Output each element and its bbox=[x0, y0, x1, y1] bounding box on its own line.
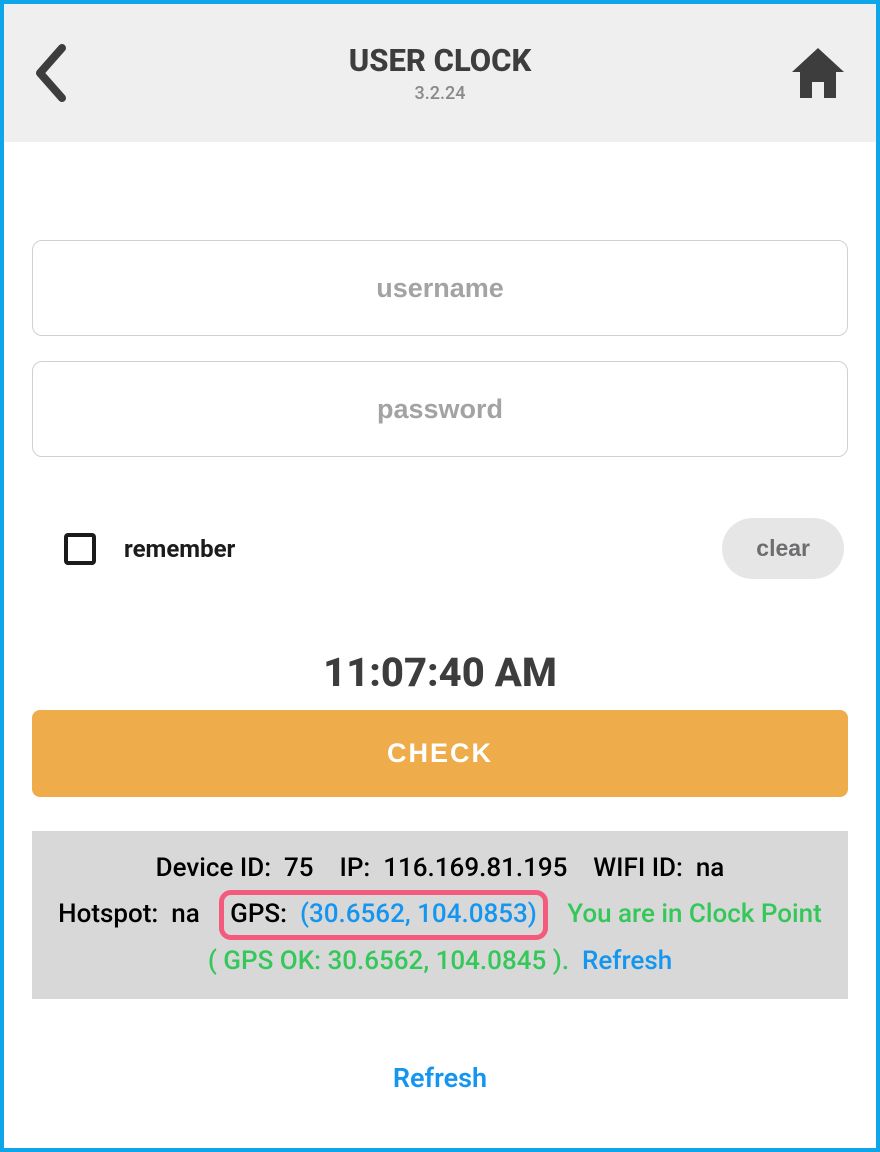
device-id-label: Device ID: bbox=[156, 853, 271, 883]
hotspot-value: na bbox=[171, 899, 200, 929]
back-button[interactable] bbox=[34, 44, 68, 102]
gps-highlight: GPS: (30.6562, 104.0853) bbox=[219, 890, 548, 940]
remember-row: remember clear bbox=[32, 482, 848, 579]
chevron-left-icon bbox=[34, 44, 68, 102]
app-version: 3.2.24 bbox=[349, 83, 532, 104]
wifi-label: WIFI ID: bbox=[593, 853, 683, 883]
remember-group: remember bbox=[64, 533, 235, 565]
home-icon bbox=[790, 48, 846, 98]
content: remember clear 11:07:40 AM CHECK Device … bbox=[4, 142, 876, 999]
bottom-refresh-button[interactable]: Refresh bbox=[4, 1062, 876, 1094]
wifi-value: na bbox=[696, 853, 725, 883]
ip-label: IP: bbox=[339, 853, 370, 883]
page-title: USER CLOCK bbox=[349, 42, 532, 79]
remember-label: remember bbox=[124, 535, 235, 563]
remember-checkbox[interactable] bbox=[64, 533, 96, 565]
header: USER CLOCK 3.2.24 bbox=[4, 4, 876, 142]
ip-value: 116.169.81.195 bbox=[383, 853, 567, 883]
status-refresh-link[interactable]: Refresh bbox=[582, 946, 672, 976]
device-id-value: 75 bbox=[284, 853, 314, 883]
clear-button[interactable]: clear bbox=[722, 518, 844, 579]
hotspot-label: Hotspot: bbox=[58, 899, 158, 929]
home-button[interactable] bbox=[790, 48, 846, 98]
check-button[interactable]: CHECK bbox=[32, 710, 848, 797]
status-box: Device ID: 75 IP: 116.169.81.195 WIFI ID… bbox=[32, 831, 848, 999]
current-time: 11:07:40 AM bbox=[32, 649, 848, 696]
gps-label: GPS: bbox=[230, 899, 287, 929]
header-center: USER CLOCK 3.2.24 bbox=[349, 42, 532, 104]
password-input[interactable] bbox=[32, 361, 848, 457]
gps-coords: (30.6562, 104.0853) bbox=[300, 899, 537, 929]
username-input[interactable] bbox=[32, 240, 848, 336]
